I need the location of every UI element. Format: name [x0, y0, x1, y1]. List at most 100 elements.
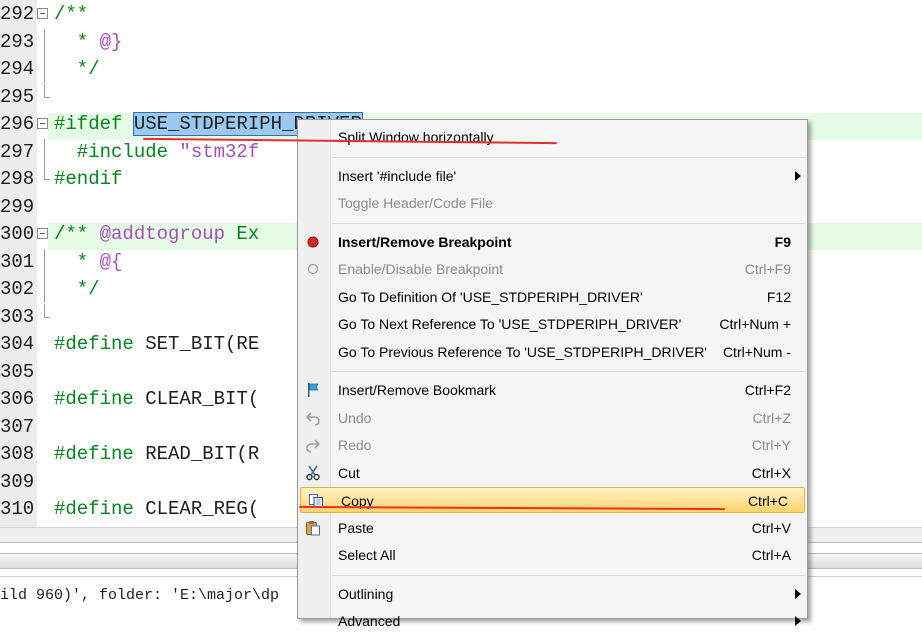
line-number: 307 [0, 415, 35, 438]
line-number: 293 [0, 30, 35, 53]
line-number: 302 [0, 278, 35, 300]
context-menu: Split Window horizontally Insert '#includ… [297, 119, 808, 629]
line-number: 295 [0, 85, 35, 108]
menu-item-label: Select All [338, 547, 396, 563]
code-token: */ [54, 278, 100, 300]
code-text[interactable]: */ [54, 56, 100, 83]
code-text[interactable]: #endif [54, 166, 122, 193]
code-token: #define [54, 388, 146, 410]
fold-end-mark [44, 316, 50, 318]
code-token: #include [54, 140, 180, 163]
code-text[interactable]: #include "stm32f [54, 139, 259, 166]
menu-item-label: Insert/Remove Bookmark [338, 382, 496, 398]
menu-item-label: Split Window horizontally [338, 129, 494, 145]
menu-item-label: Redo [338, 437, 372, 453]
menu-item-toggle-header: Toggle Header/Code File [298, 190, 807, 216]
submenu-arrow-icon [795, 588, 801, 599]
menu-item-select-all[interactable]: Select All Ctrl+A [298, 542, 807, 568]
code-token: READ_BIT(R [145, 443, 260, 465]
menu-item-shortcut: Ctrl+V [751, 519, 791, 536]
menu-item-label: Go To Next Reference To 'USE_STDPERIPH_D… [338, 316, 682, 332]
redo-icon [304, 436, 322, 454]
code-text[interactable]: * @} [54, 29, 123, 56]
menu-separator [332, 574, 805, 576]
code-text[interactable]: /** [54, 1, 88, 28]
menu-item-previous-reference[interactable]: Go To Previous Reference To 'USE_STDPERI… [298, 339, 807, 365]
menu-item-outlining[interactable]: Outlining [298, 581, 807, 607]
menu-item-label: Toggle Header/Code File [338, 195, 493, 211]
menu-item-split-window[interactable]: Split Window horizontally [298, 124, 807, 150]
line-number: 294 [0, 58, 35, 80]
code-token: #ifdef [54, 113, 134, 135]
code-text[interactable]: #define READ_BIT(R [54, 441, 259, 468]
fold-guide [44, 56, 45, 83]
code-token: SET_BIT(RE [145, 333, 260, 355]
menu-item-shortcut: Ctrl+Z [752, 409, 792, 426]
menu-separator [332, 371, 805, 372]
menu-item-paste[interactable]: Paste Ctrl+V [298, 515, 807, 541]
code-line[interactable]: 292 /** [0, 1, 922, 28]
menu-item-label: Enable/Disable Breakpoint [338, 261, 503, 277]
line-number: 304 [0, 333, 35, 355]
menu-separator [332, 222, 805, 224]
submenu-arrow-icon [795, 170, 801, 181]
fold-toggle-icon[interactable] [37, 228, 48, 239]
code-line[interactable]: 295 [0, 83, 922, 111]
code-token: @addtogroup [99, 223, 226, 245]
code-token: @{ [99, 250, 123, 273]
code-text[interactable]: /** @addtogroup Ex [54, 221, 259, 248]
code-line[interactable]: 293 * @} [0, 28, 922, 56]
menu-item-shortcut: F9 [774, 233, 791, 250]
code-text[interactable]: * @{ [54, 249, 123, 276]
menu-item-advanced[interactable]: Advanced [298, 608, 807, 634]
fold-guide [44, 248, 45, 276]
code-token: #define [54, 333, 146, 355]
code-text[interactable]: #define CLEAR_REG( [54, 496, 259, 523]
menu-item-insert-include[interactable]: Insert '#include file' [298, 163, 807, 189]
code-token: @} [99, 30, 123, 53]
line-number: 299 [0, 195, 35, 218]
line-number: 297 [0, 140, 35, 163]
code-line[interactable]: 294 */ [0, 56, 922, 83]
bookmark-flag-icon [304, 381, 322, 399]
line-number: 296 [0, 113, 35, 135]
code-token: CLEAR_BIT( [145, 388, 260, 410]
build-output-text: ild 960)', folder: 'E:\major\dp [0, 587, 280, 604]
menu-item-shortcut: Ctrl+F9 [744, 261, 791, 277]
menu-item-cut[interactable]: Cut Ctrl+X [298, 460, 807, 486]
breakpoint-disabled-icon [304, 260, 322, 278]
code-token: * [54, 250, 100, 273]
menu-item-label: Advanced [338, 613, 401, 629]
code-text[interactable]: #define CLEAR_BIT( [54, 386, 259, 413]
menu-item-shortcut: F12 [766, 288, 791, 305]
code-text[interactable]: #define SET_BIT(RE [54, 331, 259, 358]
line-number: 310 [0, 498, 35, 520]
fold-toggle-icon[interactable] [37, 8, 48, 19]
menu-item-goto-definition[interactable]: Go To Definition Of 'USE_STDPERIPH_DRIVE… [298, 284, 807, 310]
fold-guide [44, 276, 45, 303]
menu-item-label: Go To Previous Reference To 'USE_STDPERI… [338, 343, 707, 360]
menu-item-bookmark[interactable]: Insert/Remove Bookmark Ctrl+F2 [298, 377, 807, 403]
menu-item-shortcut: Ctrl+Num - [722, 343, 791, 360]
menu-separator [332, 156, 805, 158]
code-token: Ex [225, 223, 260, 245]
menu-item-insert-breakpoint[interactable]: Insert/Remove Breakpoint F9 [298, 229, 807, 255]
fold-guide [44, 166, 45, 180]
menu-item-label: Paste [338, 519, 374, 536]
code-token: #define [54, 443, 146, 465]
menu-item-label: Insert/Remove Breakpoint [338, 233, 512, 250]
menu-item-shortcut: Ctrl+Y [751, 437, 791, 453]
fold-guide [44, 28, 45, 56]
breakpoint-icon [304, 233, 322, 251]
code-token: "stm32f [179, 140, 260, 163]
menu-item-next-reference[interactable]: Go To Next Reference To 'USE_STDPERIPH_D… [298, 311, 807, 337]
fold-guide [44, 138, 45, 166]
menu-item-label: Cut [338, 464, 360, 481]
fold-guide [44, 83, 45, 98]
fold-toggle-icon[interactable] [37, 118, 48, 129]
line-number: 306 [0, 388, 35, 410]
code-token: #define [54, 498, 146, 520]
fold-end-mark [44, 179, 50, 180]
menu-item-undo: Undo Ctrl+Z [298, 405, 807, 431]
code-text[interactable]: */ [54, 276, 100, 303]
